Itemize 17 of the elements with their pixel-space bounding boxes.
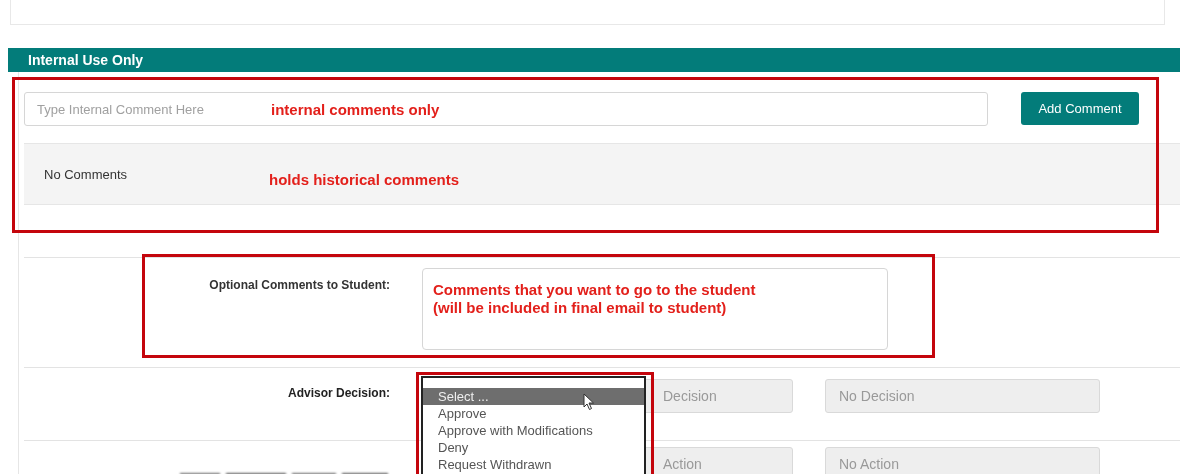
- disabled-field: No Action: [825, 447, 1100, 474]
- section-header: Internal Use Only: [8, 48, 1180, 72]
- add-comment-button[interactable]: Add Comment: [1021, 92, 1139, 125]
- field-label: Advisor Decision:: [287, 386, 390, 400]
- disabled-field: No Decision: [825, 379, 1100, 413]
- dropdown-option[interactable]: Select ...: [423, 388, 644, 405]
- cursor-icon: [583, 393, 595, 411]
- annotation-text: internal comments only: [271, 101, 440, 118]
- annotation-text: holds historical comments: [269, 171, 460, 188]
- field-label: Optional Comments to Student:: [209, 278, 390, 292]
- annotation-text: Comments that you want to go to the student (will be included in final email to student): [433, 281, 757, 317]
- dropdown-option[interactable]: Deny: [423, 439, 644, 456]
- comments-textarea[interactable]: Comments that you want to go to the student (will be included in final email to student): [422, 268, 888, 350]
- dropdown-list[interactable]: Select ... Approve Approve with Modifications Deny Request Withdrawn: [421, 376, 646, 474]
- dropdown-option[interactable]: Request Withdrawn: [423, 456, 644, 473]
- empty-comments-text: No Comments: [44, 167, 128, 182]
- dropdown-option[interactable]: Approve with Modifications: [423, 422, 644, 439]
